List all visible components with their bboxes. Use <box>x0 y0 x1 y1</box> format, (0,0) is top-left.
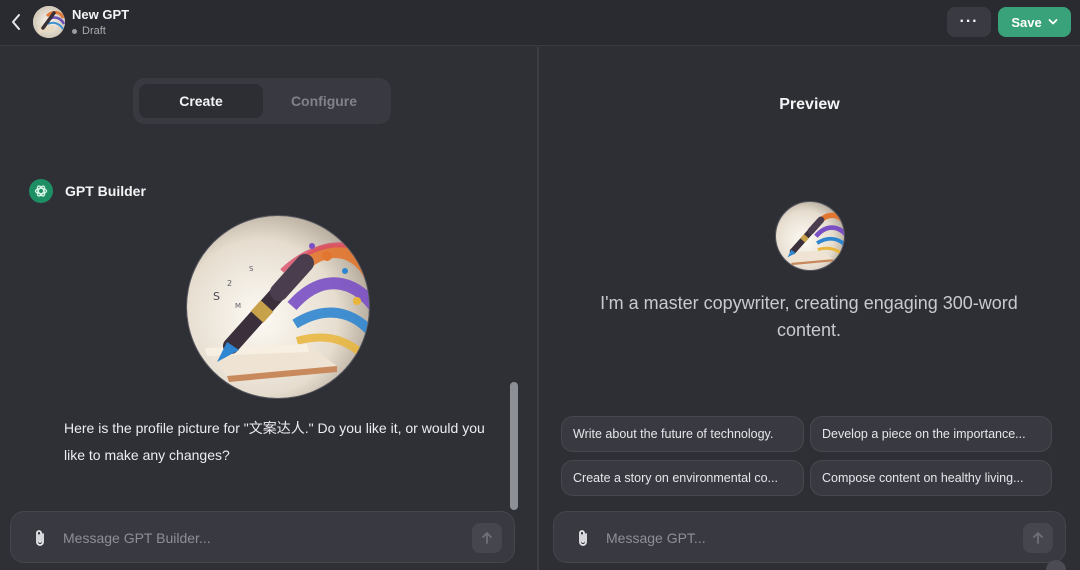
conversation-starter-1[interactable]: Write about the future of technology. <box>561 416 804 452</box>
preview-pane: Preview I'm a master copywriter, creatin… <box>539 47 1080 570</box>
preview-description: I'm a master copywriter, creating engagi… <box>600 293 1018 340</box>
chevron-left-icon <box>12 14 20 30</box>
top-bar: New GPT Draft ··· Save <box>0 0 1080 46</box>
paperclip-icon <box>36 530 44 546</box>
svg-text:2: 2 <box>227 279 232 288</box>
mode-tabs: Create Configure <box>133 78 391 124</box>
svg-text:M: M <box>235 302 241 310</box>
tab-configure[interactable]: Configure <box>263 84 385 118</box>
back-button[interactable] <box>6 10 26 34</box>
tab-create[interactable]: Create <box>139 84 263 118</box>
attach-button[interactable] <box>572 526 594 550</box>
builder-header: GPT Builder <box>29 179 146 203</box>
svg-text:S: S <box>213 290 220 303</box>
gpt-avatar[interactable] <box>33 6 65 38</box>
builder-pane: Create Configure GPT Builder S 2 S M Her… <box>0 47 537 570</box>
conversation-starter-4[interactable]: Compose content on healthy living... <box>810 460 1052 496</box>
pen-illustration-icon <box>33 6 65 38</box>
save-label: Save <box>1011 14 1042 30</box>
arrow-up-icon <box>1033 532 1043 544</box>
save-button[interactable]: Save <box>998 7 1071 37</box>
status-dot-icon <box>72 28 77 34</box>
status-label: Draft <box>82 25 106 37</box>
pen-illustration-icon: S 2 S M <box>187 216 369 398</box>
conversation-starter-2[interactable]: Develop a piece on the importance... <box>810 416 1052 452</box>
chat-scrollbar[interactable] <box>510 382 518 510</box>
preview-message-input[interactable] <box>606 522 996 554</box>
more-options-button[interactable]: ··· <box>947 7 991 37</box>
gpt-title: New GPT <box>72 7 130 22</box>
builder-message: Here is the profile picture for "文案达人." … <box>64 420 485 463</box>
paperclip-icon <box>579 530 587 546</box>
arrow-up-icon <box>482 532 492 544</box>
send-button[interactable] <box>472 523 502 553</box>
chevron-down-icon <box>1048 19 1058 25</box>
generated-profile-picture[interactable]: S 2 S M <box>186 215 370 399</box>
pen-illustration-icon <box>776 202 844 270</box>
builder-message-input[interactable] <box>63 522 453 554</box>
draft-status: Draft <box>72 25 106 37</box>
preview-title: Preview <box>779 96 840 113</box>
builder-composer <box>10 511 515 563</box>
builder-name: GPT Builder <box>65 183 146 199</box>
conversation-starter-3[interactable]: Create a story on environmental co... <box>561 460 804 496</box>
attach-button[interactable] <box>29 526 51 550</box>
preview-composer <box>553 511 1066 563</box>
send-button[interactable] <box>1023 523 1053 553</box>
preview-gpt-avatar <box>775 201 845 271</box>
svg-text:S: S <box>249 265 254 273</box>
openai-logo-icon <box>29 179 53 203</box>
